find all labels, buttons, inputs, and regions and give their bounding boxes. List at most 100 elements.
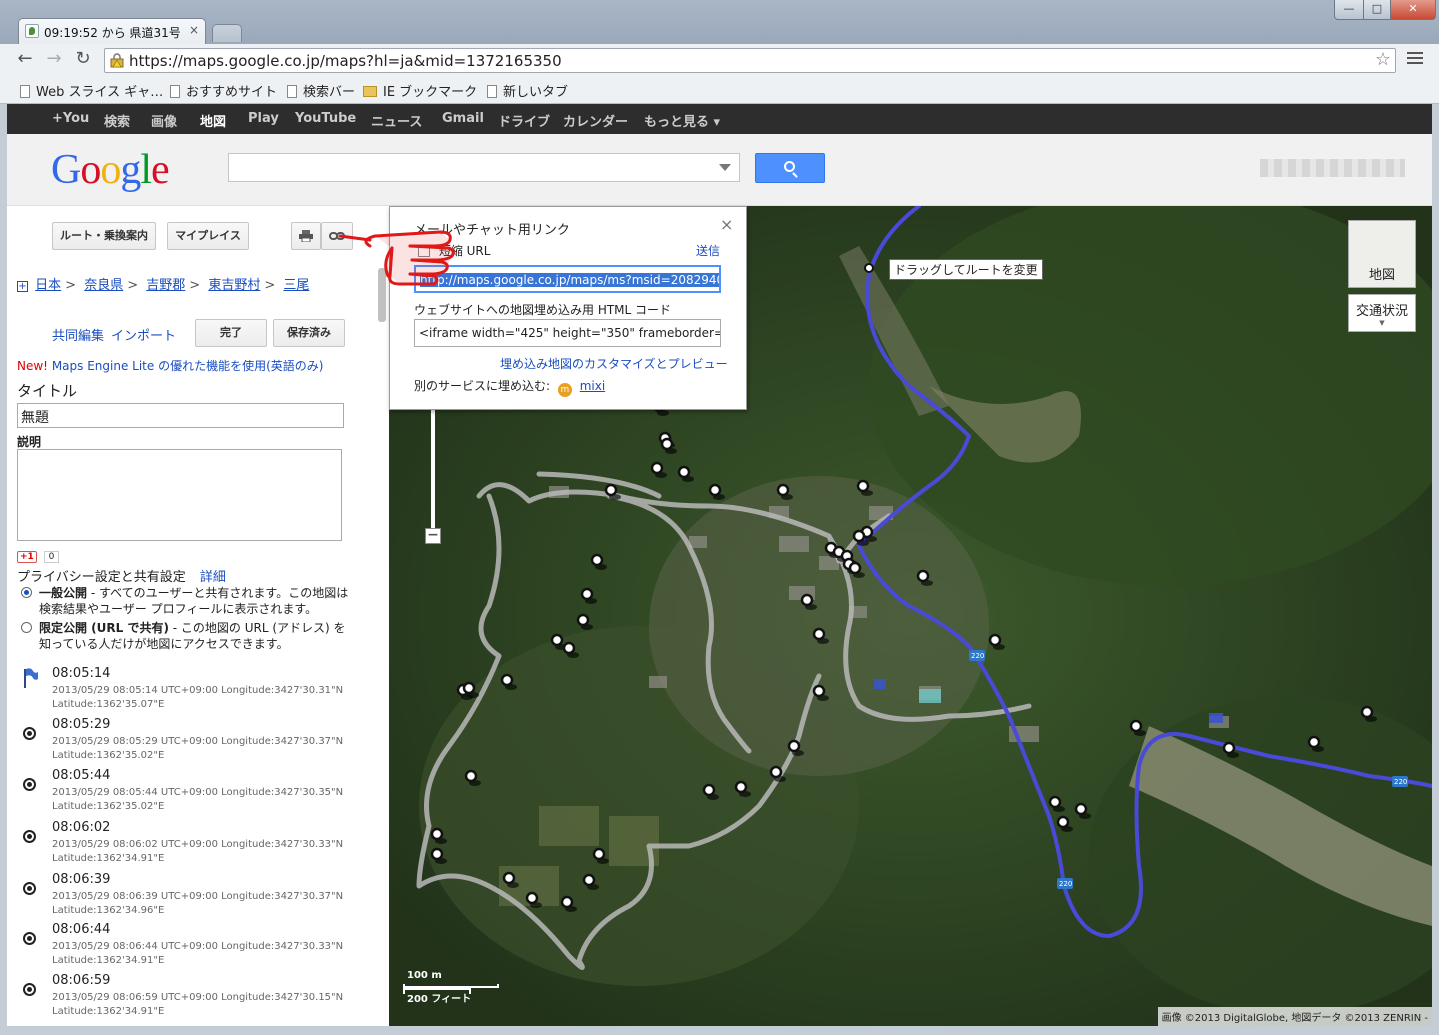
- my-places-button[interactable]: マイプレイス: [167, 222, 249, 250]
- account-info-blurred[interactable]: [1260, 159, 1405, 177]
- send-link[interactable]: 送信: [696, 242, 720, 259]
- waypoint-marker: [852, 529, 866, 543]
- waypoint-marker: [800, 593, 814, 607]
- privacy-limited-option[interactable]: 限定公開 (URL で共有) - この地図の URL (アドレス) を知っている…: [21, 620, 351, 652]
- track-point[interactable]: 08:05:14 2013/05/29 08:05:14 UTC+09:00 L…: [17, 666, 377, 718]
- gbar-maps[interactable]: 地図: [200, 111, 226, 130]
- gbar-news[interactable]: ニュース: [371, 111, 422, 130]
- title-input[interactable]: 無題: [17, 403, 344, 428]
- privacy-details-link[interactable]: 詳細: [200, 570, 226, 585]
- track-point[interactable]: 08:06:59 2013/05/29 08:06:59 UTC+09:00 L…: [17, 973, 377, 1025]
- new-tab-button[interactable]: [212, 24, 242, 42]
- gbar-search[interactable]: 検索: [104, 111, 130, 130]
- search-button[interactable]: [755, 153, 825, 183]
- breadcrumb-mio[interactable]: 三尾: [283, 278, 309, 293]
- short-url-checkbox[interactable]: [418, 245, 430, 257]
- forward-arrow-icon[interactable]: →: [43, 49, 65, 71]
- embed-code-input[interactable]: <iframe width="425" height="350" framebo…: [414, 319, 721, 347]
- breadcrumb-nara[interactable]: 奈良県: [84, 278, 123, 293]
- plusone-widget[interactable]: +1 0: [17, 548, 60, 563]
- popup-close-icon[interactable]: ×: [720, 215, 733, 234]
- embed-label: ウェブサイトへの地図埋め込み用 HTML コード: [414, 303, 672, 317]
- collaborate-link[interactable]: 共同編集: [52, 325, 104, 344]
- share-url-input[interactable]: http://maps.google.co.jp/maps/ms?msid=20…: [414, 265, 721, 293]
- route-button[interactable]: ルート・乗換案内: [52, 222, 156, 250]
- title-label: タイトル: [17, 382, 78, 400]
- address-bar[interactable]: https://maps.google.co.jp/maps?hl=ja&mid…: [104, 48, 1396, 73]
- traffic-button[interactable]: 交通状況 ▼: [1348, 294, 1416, 332]
- mixi-link[interactable]: mixi: [580, 379, 605, 393]
- maps-engine-link[interactable]: Maps Engine Lite の優れた機能を使用(英語のみ): [52, 359, 324, 373]
- description-textarea[interactable]: [17, 449, 342, 541]
- waypoint-marker: [582, 873, 596, 887]
- reload-icon[interactable]: ↻: [72, 49, 94, 71]
- gbar-youtube[interactable]: YouTube: [295, 111, 356, 126]
- gbar-gmail[interactable]: Gmail: [442, 111, 484, 126]
- maximize-button[interactable]: □: [1363, 0, 1391, 20]
- waypoint-marker: [1056, 815, 1070, 829]
- privacy-public-option[interactable]: 一般公開 - すべてのユーザーと共有されます。この地図は検索結果やユーザー プロ…: [21, 585, 351, 617]
- waypoint-marker: [660, 437, 674, 451]
- print-icon: [299, 230, 313, 243]
- waypoint-marker: [502, 871, 516, 885]
- browser-tab-active[interactable]: 09:19:52 から 県道31号 ×: [18, 18, 206, 44]
- breadcrumb-japan[interactable]: 日本: [35, 278, 61, 293]
- chrome-menu-icon[interactable]: [1407, 52, 1423, 66]
- track-point[interactable]: 08:05:29 2013/05/29 08:05:29 UTC+09:00 L…: [17, 717, 377, 769]
- tab-close-icon[interactable]: ×: [189, 23, 199, 37]
- bookmark-search-bar[interactable]: 検索バー: [287, 81, 355, 100]
- bookmark-web-slice[interactable]: Web スライス ギャ…: [20, 81, 163, 100]
- back-arrow-icon[interactable]: ←: [14, 49, 36, 71]
- google-plusone-icon[interactable]: +1: [17, 551, 37, 563]
- bookmark-star-icon[interactable]: ☆: [1375, 49, 1391, 70]
- gbar-drive[interactable]: ドライブ: [498, 111, 550, 130]
- page-icon: [20, 85, 30, 98]
- waypoint-marker: [430, 827, 444, 841]
- done-button[interactable]: 完了: [195, 319, 267, 347]
- waypoint-marker: [677, 465, 691, 479]
- gbar-calendar[interactable]: カレンダー: [563, 111, 628, 130]
- waypoint-marker: [580, 587, 594, 601]
- saved-button[interactable]: 保存済み: [273, 319, 345, 347]
- waypoint-icon: [23, 882, 36, 895]
- print-button[interactable]: [291, 222, 321, 250]
- link-icon: [329, 232, 345, 240]
- track-point[interactable]: 08:06:39 2013/05/29 08:06:39 UTC+09:00 L…: [17, 872, 377, 924]
- page-icon: [170, 85, 180, 98]
- radio-selected[interactable]: [21, 587, 32, 598]
- import-link[interactable]: インポート: [111, 325, 176, 344]
- page-icon: [287, 85, 297, 98]
- gbar-play[interactable]: Play: [248, 111, 279, 126]
- minimize-button[interactable]: —: [1334, 0, 1364, 20]
- panel-scrollbar[interactable]: [378, 268, 386, 322]
- track-point[interactable]: 08:06:02 2013/05/29 08:06:02 UTC+09:00 L…: [17, 820, 377, 872]
- url-text: https://maps.google.co.jp/maps?hl=ja&mid…: [129, 52, 562, 70]
- window-titlebar: 09:19:52 から 県道31号 × — □ ✕: [0, 0, 1439, 44]
- close-window-button[interactable]: ✕: [1390, 0, 1436, 20]
- waypoint-marker: [576, 613, 590, 627]
- zoom-out-button[interactable]: −: [425, 528, 441, 544]
- chevron-down-icon[interactable]: ▼: [1349, 319, 1415, 327]
- waypoint-marker: [776, 483, 790, 497]
- bookmark-suggested-sites[interactable]: おすすめサイト: [170, 81, 277, 100]
- bookmark-new-tab[interactable]: 新しいタブ: [487, 81, 568, 100]
- bookmark-ie-folder[interactable]: IE ブックマーク: [363, 81, 477, 100]
- track-point[interactable]: 08:06:44 2013/05/29 08:06:44 UTC+09:00 L…: [17, 922, 377, 974]
- breadcrumb-higashiyoshino[interactable]: 東吉野村: [208, 278, 260, 293]
- dropdown-caret-icon[interactable]: [719, 164, 731, 171]
- track-point[interactable]: 08:05:44 2013/05/29 08:05:44 UTC+09:00 L…: [17, 768, 377, 820]
- zoom-slider-track[interactable]: [431, 406, 435, 536]
- gbar-more[interactable]: もっと見る ▾: [644, 111, 720, 130]
- gbar-plus-you[interactable]: +You: [52, 111, 89, 126]
- short-url-option[interactable]: 短縮 URL: [418, 242, 490, 259]
- map-type-button[interactable]: 地図: [1348, 220, 1416, 288]
- breadcrumb-yoshino-gun[interactable]: 吉野郡: [146, 278, 185, 293]
- radio-unselected[interactable]: [21, 622, 32, 633]
- customize-embed-link[interactable]: 埋め込み地図のカスタマイズとプレビュー: [500, 355, 728, 372]
- link-button[interactable]: [321, 222, 353, 250]
- bookmarks-bar: Web スライス ギャ… おすすめサイト 検索バー IE ブックマーク 新しいタ…: [0, 76, 1439, 104]
- expand-plus-icon[interactable]: +: [17, 281, 28, 292]
- google-logo[interactable]: Google: [51, 146, 170, 194]
- maps-search-input[interactable]: [228, 153, 740, 182]
- gbar-images[interactable]: 画像: [151, 111, 177, 130]
